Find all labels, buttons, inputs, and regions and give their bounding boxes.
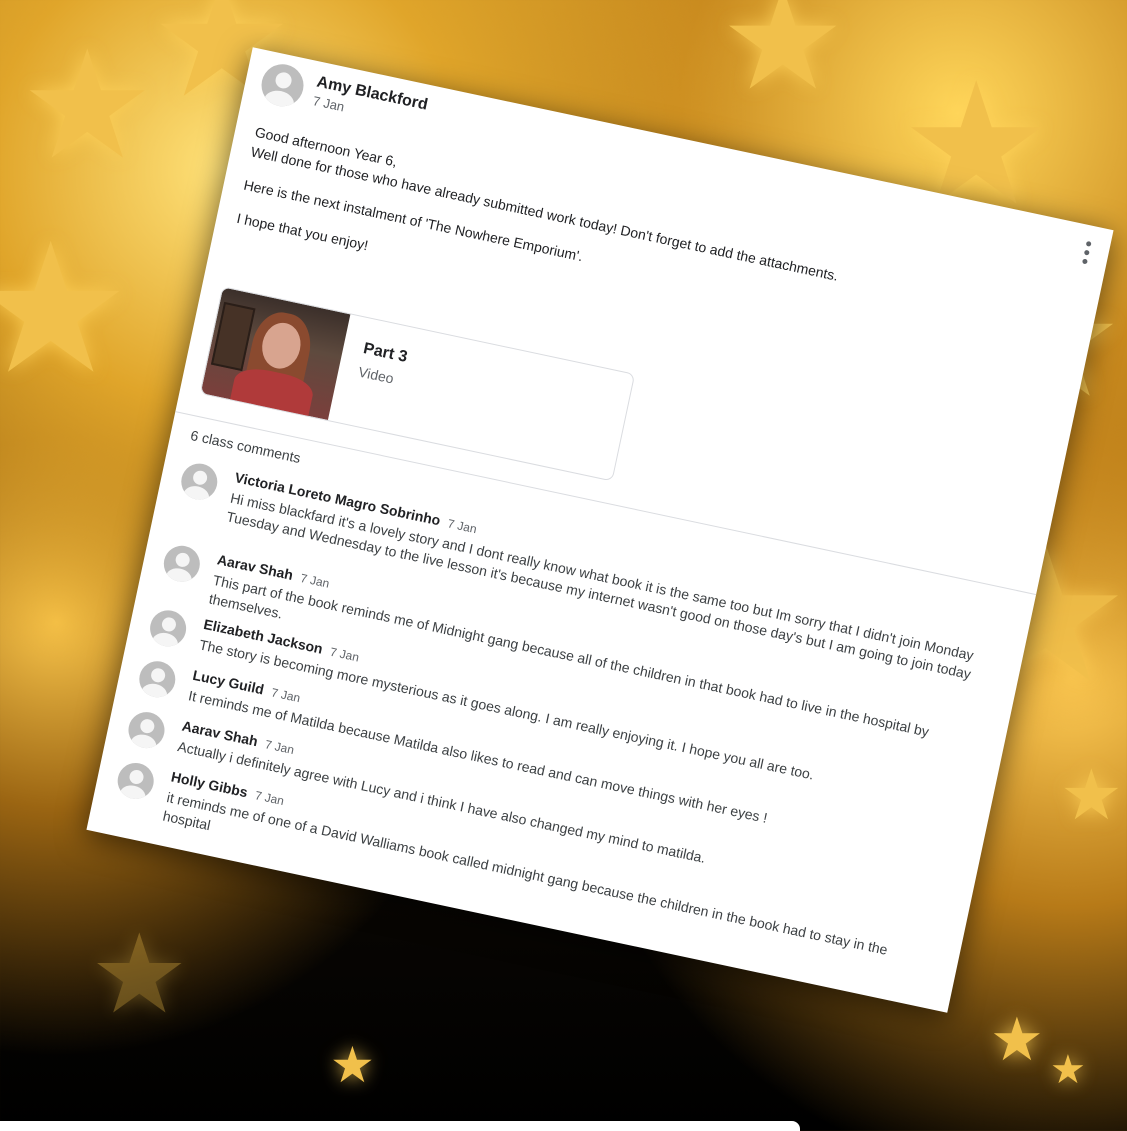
comment-date: 7 Jan [299, 570, 331, 591]
commenter-avatar [135, 657, 179, 701]
commenter-avatar [160, 542, 204, 586]
commenter-avatar [125, 708, 168, 752]
attachment-type: Video [357, 363, 396, 387]
star-decoration: ★ [720, 0, 846, 118]
comment-date: 7 Jan [328, 644, 361, 665]
video-thumbnail [200, 287, 351, 421]
star-decoration: ★ [0, 209, 132, 410]
star-decoration: ★ [20, 21, 155, 189]
star-decoration: ★ [330, 1037, 375, 1093]
bottom-bar [0, 1121, 800, 1131]
comment-date: 7 Jan [253, 788, 286, 809]
commenter-avatar [114, 759, 158, 803]
comment-date: 7 Jan [446, 516, 479, 537]
star-decoration: ★ [1050, 1048, 1086, 1092]
star-decoration: ★ [990, 1006, 1044, 1073]
comment-date: 7 Jan [263, 737, 296, 758]
more-vert-icon[interactable] [1081, 240, 1093, 265]
class-comments-count[interactable]: 6 class comments [189, 427, 302, 466]
star-decoration: ★ [90, 913, 189, 1036]
attachment-title: Part 3 [361, 340, 409, 366]
commenter-avatar [146, 607, 190, 650]
author-avatar [257, 60, 308, 111]
commenter-avatar [177, 460, 221, 503]
star-decoration: ★ [1060, 756, 1123, 834]
comment-date: 7 Jan [269, 685, 302, 706]
